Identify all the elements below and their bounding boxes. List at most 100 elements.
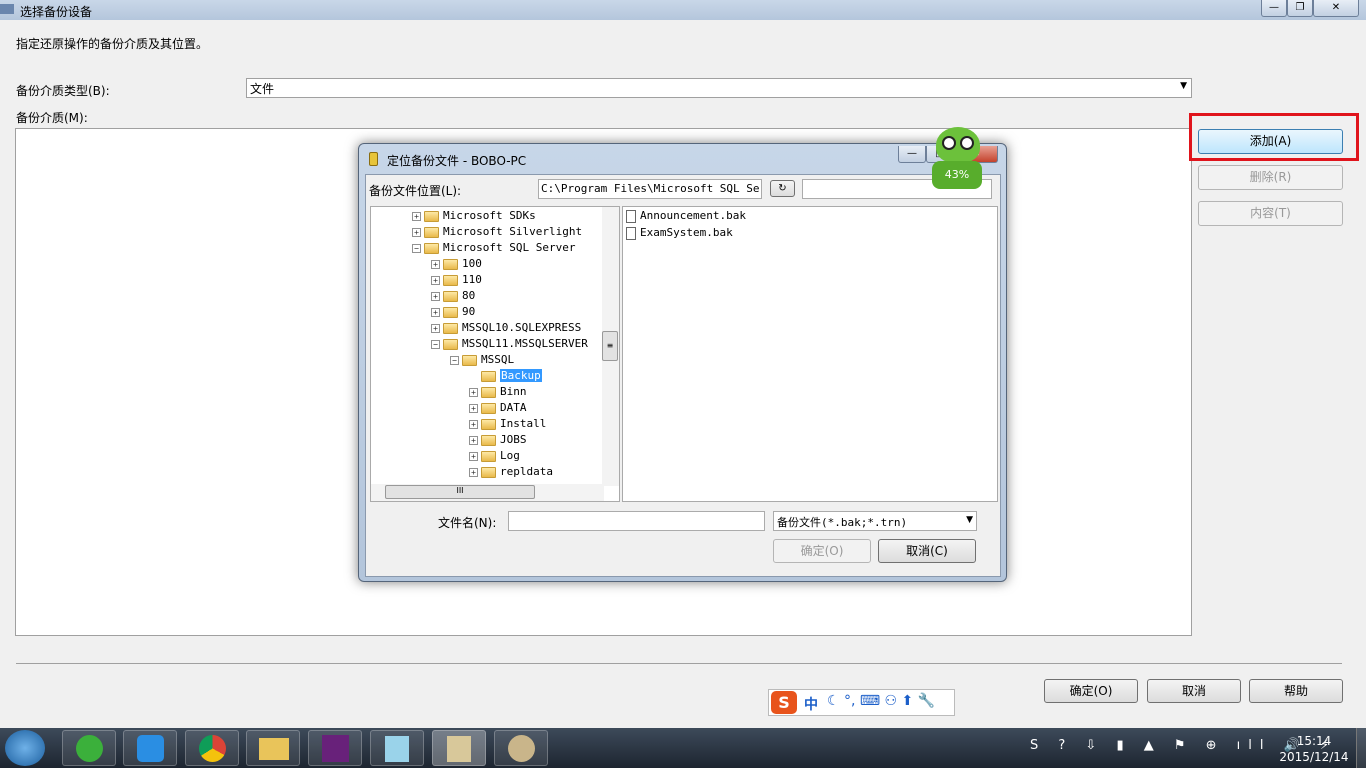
collapse-icon[interactable]: −	[412, 243, 421, 253]
tree-node[interactable]: + repldata	[469, 464, 553, 480]
filename-input[interactable]	[508, 511, 765, 531]
taskbar-app-qq[interactable]	[123, 730, 177, 766]
file-type-value: 备份文件(*.bak;*.trn)	[777, 516, 908, 529]
folder-icon	[443, 290, 458, 302]
expand-icon[interactable]: +	[431, 291, 440, 301]
start-button[interactable]	[5, 730, 45, 766]
window-icon	[0, 4, 14, 14]
instruction-text: 指定还原操作的备份介质及其位置。	[16, 37, 209, 51]
contents-button[interactable]: 内容(T)	[1198, 201, 1343, 226]
tree-node[interactable]: +100	[431, 256, 482, 272]
tree-node[interactable]: + Install	[469, 416, 546, 432]
tree-node-label: Backup	[500, 369, 542, 382]
file-item[interactable]: Announcement.bak	[626, 208, 746, 224]
folder-icon	[443, 274, 458, 286]
folder-icon	[481, 450, 496, 462]
tree-node[interactable]: − Microsoft SQL Server	[412, 240, 575, 256]
folder-icon	[481, 418, 496, 430]
tree-node-label: Binn	[500, 385, 527, 398]
taskbar-app-ssms[interactable]	[432, 730, 486, 766]
file-item[interactable]: ExamSystem.bak	[626, 225, 733, 241]
expand-icon[interactable]: +	[412, 227, 421, 237]
dialog-minimize-button[interactable]: —	[898, 146, 926, 163]
divider	[16, 663, 1342, 664]
ok-button[interactable]: 确定(O)	[1044, 679, 1138, 703]
expand-icon[interactable]: +	[431, 275, 440, 285]
tree-node[interactable]: + DATA	[469, 400, 527, 416]
tree-node[interactable]: − MSSQL11.MSSQLSERVER	[431, 336, 588, 352]
tree-node[interactable]: + Microsoft Silverlight	[412, 224, 582, 240]
expand-icon[interactable]: +	[412, 211, 421, 221]
chevron-down-icon: ▼	[1180, 81, 1187, 91]
folder-icon	[443, 306, 458, 318]
remove-button[interactable]: 删除(R)	[1198, 165, 1343, 190]
add-button[interactable]: 添加(A)	[1198, 129, 1343, 154]
tree-hscrollbar[interactable]: III	[371, 484, 604, 501]
taskbar-app-paint[interactable]	[494, 730, 548, 766]
tree-node[interactable]: + Binn	[469, 384, 527, 400]
expand-icon[interactable]: +	[431, 259, 440, 269]
help-button[interactable]: 帮助	[1249, 679, 1343, 703]
tree-node-label: MSSQL10.SQLEXPRESS	[462, 321, 582, 334]
restore-button[interactable]: ❐	[1287, 0, 1313, 17]
folder-icon	[481, 434, 496, 446]
tree-node-label: MSSQL	[481, 353, 515, 366]
database-icon	[369, 152, 378, 166]
dialog-title: 定位备份文件 - BOBO-PC	[387, 154, 527, 168]
expand-icon[interactable]: +	[469, 435, 478, 445]
tree-node-label: Microsoft SDKs	[443, 209, 536, 222]
expand-icon[interactable]: +	[469, 467, 478, 477]
hscroll-thumb[interactable]: III	[385, 485, 535, 499]
show-desktop-button[interactable]	[1356, 728, 1366, 768]
close-button[interactable]: ✕	[1313, 0, 1359, 17]
tree-node[interactable]: + MSSQL10.SQLEXPRESS	[431, 320, 581, 336]
expand-icon[interactable]: +	[469, 451, 478, 461]
ime-mode-button[interactable]: 中	[804, 694, 818, 714]
dialog-ok-button[interactable]: 确定(O)	[773, 539, 871, 563]
folder-icon	[424, 210, 439, 222]
locate-backup-dialog: 定位备份文件 - BOBO-PC — □ ✕ 备份文件位置(L): C:\Pro…	[358, 143, 1007, 582]
taskbar-app-visual-studio[interactable]	[308, 730, 362, 766]
refresh-button[interactable]: ↻	[770, 180, 795, 197]
clock-time: 15:14	[1296, 734, 1332, 748]
expand-icon[interactable]: +	[431, 323, 440, 333]
location-input[interactable]: C:\Program Files\Microsoft SQL Server	[538, 179, 762, 199]
taskbar-app-360[interactable]	[62, 730, 116, 766]
tree-node-label: DATA	[500, 401, 527, 414]
vscroll-thumb[interactable]: ≡	[602, 331, 618, 361]
expand-icon[interactable]: +	[431, 307, 440, 317]
expand-icon[interactable]: +	[469, 419, 478, 429]
folder-icon	[481, 466, 496, 478]
tree-node[interactable]: +90	[431, 304, 475, 320]
tree-node[interactable]: +80	[431, 288, 475, 304]
media-type-select[interactable]: 文件 ▼	[246, 78, 1192, 98]
dialog-cancel-button[interactable]: 取消(C)	[878, 539, 976, 563]
tree-node[interactable]: Backup	[469, 368, 542, 384]
tree-node[interactable]: + Microsoft SDKs	[412, 208, 536, 224]
expand-icon[interactable]: +	[469, 403, 478, 413]
file-icon	[626, 209, 636, 223]
file-list[interactable]: Announcement.bak ExamSystem.bak	[622, 206, 998, 502]
tree-node-label: 100	[462, 257, 482, 270]
collapse-icon[interactable]: −	[431, 339, 440, 349]
file-type-select[interactable]: 备份文件(*.bak;*.trn) ▼	[773, 511, 977, 531]
clock[interactable]: 15:14 2015/12/14	[1276, 733, 1352, 765]
sogou-logo-icon[interactable]: S	[771, 691, 797, 714]
tree-node[interactable]: + Log	[469, 448, 520, 464]
moon-icon[interactable]: ☾ °, ⌨ ⚇ ⬆ 🔧	[827, 693, 935, 709]
tree-vscrollbar[interactable]: ≡	[602, 207, 619, 486]
speed-ball-widget[interactable]: 43%	[928, 125, 986, 191]
taskbar-app-explorer[interactable]	[246, 730, 300, 766]
tree-node[interactable]: + JOBS	[469, 432, 527, 448]
expand-icon[interactable]: +	[469, 387, 478, 397]
folder-tree[interactable]: + Microsoft SDKs + Microsoft Silverlight − Mi…	[370, 206, 620, 502]
tree-node[interactable]: − MSSQL	[450, 352, 514, 368]
tree-node[interactable]: +110	[431, 272, 482, 288]
tree-node-label: 90	[462, 305, 476, 318]
taskbar-app-notepad[interactable]	[370, 730, 424, 766]
collapse-icon[interactable]: −	[450, 355, 459, 365]
taskbar-app-chrome[interactable]	[185, 730, 239, 766]
file-name: Announcement.bak	[640, 209, 746, 222]
cancel-button[interactable]: 取消	[1147, 679, 1241, 703]
minimize-button[interactable]: —	[1261, 0, 1287, 17]
